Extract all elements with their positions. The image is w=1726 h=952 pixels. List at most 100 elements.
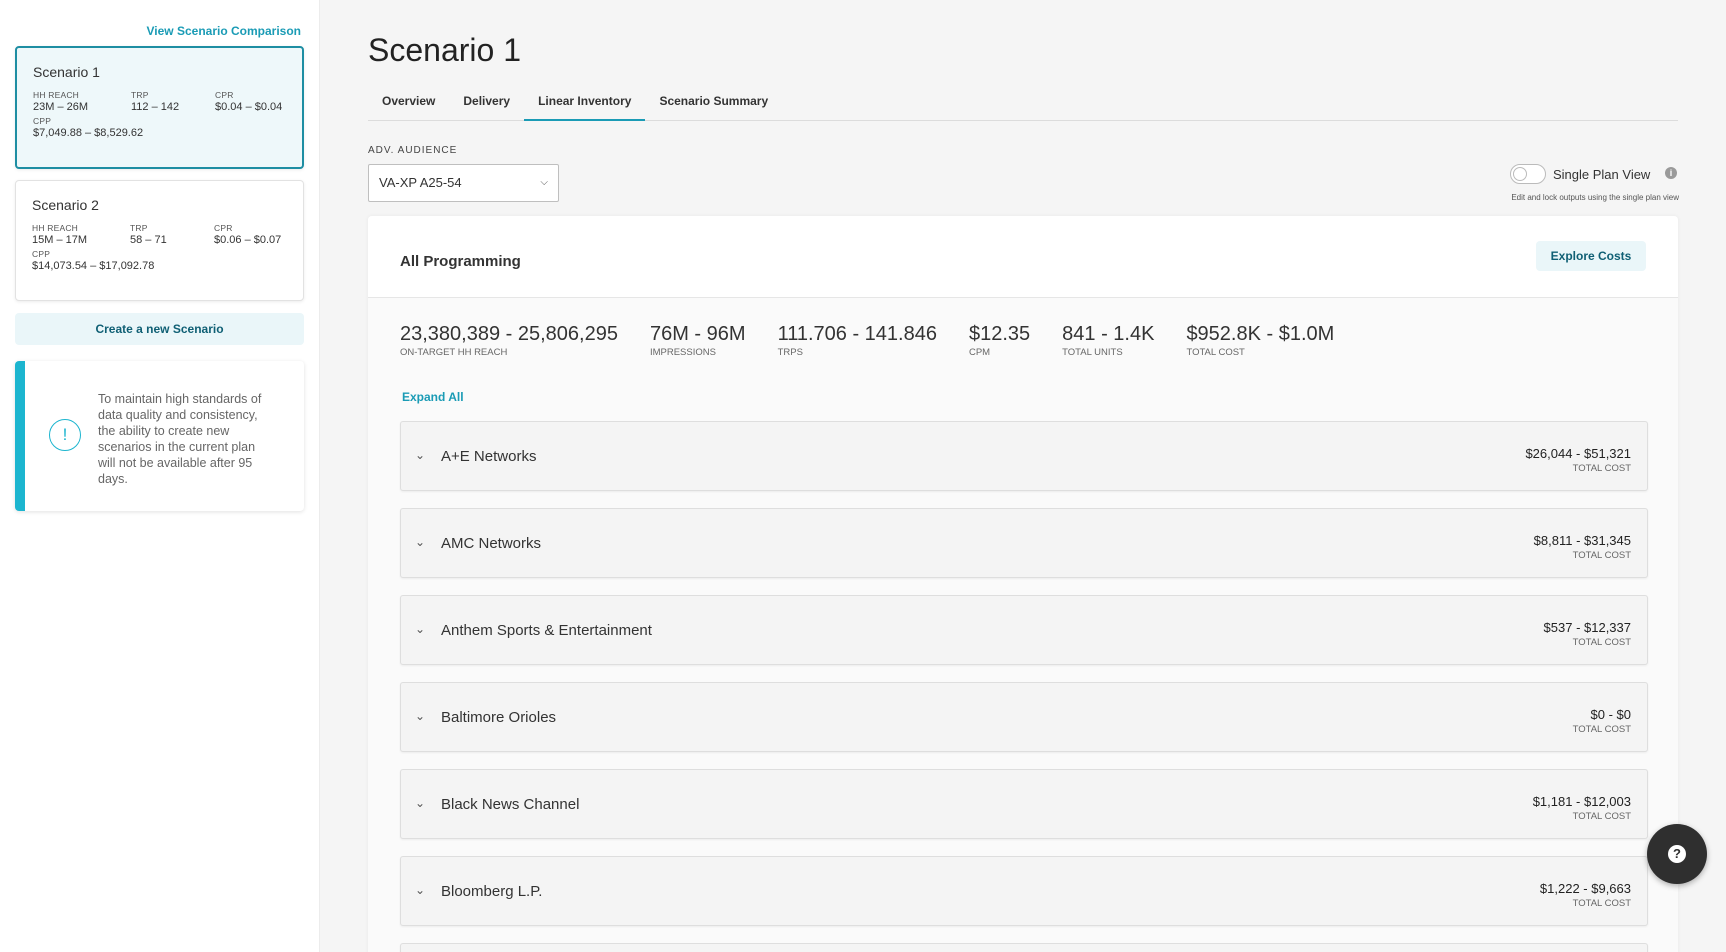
programming-panel: All Programming Explore Costs 23,380,389… — [368, 216, 1678, 952]
trp-value: 58 – 71 — [130, 234, 167, 246]
network-cost-label: TOTAL COST — [1572, 811, 1631, 822]
chevron-down-icon: ⌄ — [415, 796, 426, 810]
network-cost: $8,811 - $31,345 — [1533, 533, 1631, 548]
stat-cpm: $12.35 CPM — [969, 323, 1030, 358]
network-name: Black News Channel — [441, 796, 580, 813]
hh-reach-value: 23M – 26M — [33, 101, 89, 113]
network-cost: $26,044 - $51,321 — [1525, 446, 1631, 461]
network-name: Bloomberg L.P. — [441, 883, 543, 900]
network-name: Baltimore Orioles — [441, 709, 557, 726]
tab-delivery[interactable]: Delivery — [449, 88, 524, 121]
stat-label: TOTAL UNITS — [1062, 347, 1123, 358]
network-cost-label: TOTAL COST — [1572, 550, 1631, 561]
network-name: AMC Networks — [441, 535, 542, 552]
trp-value: 112 – 142 — [131, 101, 180, 113]
network-row[interactable] — [400, 943, 1648, 952]
explore-costs-button[interactable]: Explore Costs — [1536, 241, 1646, 271]
stat-label: IMPRESSIONS — [649, 347, 716, 358]
chevron-down-icon: ⌄ — [415, 535, 426, 549]
cpp-label: CPP — [33, 116, 52, 126]
panel-header: All Programming Explore Costs — [368, 216, 1678, 298]
chevron-down-icon: ⌄ — [415, 448, 426, 462]
network-cost: $1,222 - $9,663 — [1539, 881, 1631, 896]
audience-label: ADV. AUDIENCE — [368, 145, 458, 156]
stat-impressions: 76M - 96M IMPRESSIONS — [650, 323, 746, 358]
network-cost: $0 - $0 — [1590, 707, 1631, 722]
toggle-knob — [1513, 167, 1527, 181]
single-plan-view-toggle[interactable] — [1510, 164, 1546, 184]
stat-value: 23,380,389 - 25,806,295 — [400, 323, 618, 345]
single-plan-view-label: Single Plan View — [1553, 167, 1651, 182]
scenario-card-1[interactable]: Scenario 1 HH REACH 23M – 26M TRP 112 – … — [15, 46, 304, 169]
view-scenario-comparison-link[interactable]: View Scenario Comparison — [147, 24, 302, 38]
scenario-card-2[interactable]: Scenario 2 HH REACH 15M – 17M TRP 58 – 7… — [15, 180, 304, 301]
stat-value: $952.8K - $1.0M — [1186, 323, 1335, 345]
scenario-sidebar: View Scenario Comparison Scenario 1 HH R… — [0, 0, 320, 952]
cpp-label: CPP — [32, 249, 51, 259]
hh-reach-label: HH REACH — [32, 223, 78, 233]
stat-trps: 111.706 - 141.846 TRPS — [778, 323, 937, 358]
network-row[interactable]: ⌄ Black News Channel $1,181 - $12,003 TO… — [400, 769, 1648, 839]
tab-bar: Overview Delivery Linear Inventory Scena… — [368, 88, 1678, 121]
network-row[interactable]: ⌄ Bloomberg L.P. $1,222 - $9,663 TOTAL C… — [400, 856, 1648, 926]
network-row[interactable]: ⌄ AMC Networks $8,811 - $31,345 TOTAL CO… — [400, 508, 1648, 578]
network-row[interactable]: ⌄ Anthem Sports & Entertainment $537 - $… — [400, 595, 1648, 665]
network-name: Anthem Sports & Entertainment — [441, 622, 652, 639]
network-name: A+E Networks — [441, 448, 537, 465]
question-mark-icon: ? — [1668, 845, 1686, 863]
stat-value: 841 - 1.4K — [1062, 323, 1155, 345]
scenario-title: Scenario 1 — [33, 64, 100, 80]
network-cost-label: TOTAL COST — [1572, 724, 1631, 735]
network-row[interactable]: ⌄ Baltimore Orioles $0 - $0 TOTAL COST — [400, 682, 1648, 752]
cpr-value: $0.06 – $0.07 — [214, 234, 282, 246]
audience-value: VA-XP A25-54 — [379, 175, 462, 190]
stat-total-cost: $952.8K - $1.0M TOTAL COST — [1186, 323, 1334, 358]
single-plan-view-subtext: Edit and lock outputs using the single p… — [1511, 193, 1679, 202]
audience-select[interactable]: VA-XP A25-54 ⌵ — [368, 164, 559, 202]
network-cost-label: TOTAL COST — [1572, 898, 1631, 909]
scenario-title: Scenario 2 — [32, 197, 99, 213]
hh-reach-label: HH REACH — [33, 90, 79, 100]
panel-title: All Programming — [400, 253, 521, 270]
info-icon[interactable]: i — [1665, 167, 1677, 179]
expand-all-link[interactable]: Expand All — [402, 390, 464, 404]
scenario-metrics: HH REACH 15M – 17M TRP 58 – 71 CPR $0.06… — [32, 223, 287, 246]
cpr-label: CPR — [214, 223, 233, 233]
stat-label: TRPS — [777, 347, 803, 358]
chevron-down-icon: ⌄ — [415, 709, 426, 723]
chevron-down-icon: ⌄ — [415, 622, 426, 636]
chevron-down-icon: ⌄ — [415, 883, 426, 897]
network-row[interactable]: ⌄ A+E Networks $26,044 - $51,321 TOTAL C… — [400, 421, 1648, 491]
stat-value: 76M - 96M — [649, 323, 746, 345]
exclamation-icon: ! — [49, 419, 81, 451]
stat-label: CPM — [968, 347, 991, 358]
network-cost-label: TOTAL COST — [1572, 637, 1631, 648]
stat-value: 111.706 - 141.846 — [777, 323, 937, 345]
cpp-value: $7,049.88 – $8,529.62 — [33, 127, 144, 139]
scenario-metrics: HH REACH 23M – 26M TRP 112 – 142 CPR $0.… — [33, 90, 286, 113]
chevron-down-icon: ⌵ — [540, 177, 548, 188]
network-cost-label: TOTAL COST — [1572, 463, 1631, 474]
main-content: Scenario 1 Overview Delivery Linear Inve… — [320, 0, 1726, 952]
stat-label: ON-TARGET HH REACH — [400, 347, 508, 358]
tab-linear-inventory[interactable]: Linear Inventory — [524, 88, 646, 121]
help-button[interactable]: ? — [1647, 824, 1707, 884]
page-title: Scenario 1 — [368, 32, 521, 68]
stat-hh-reach: 23,380,389 - 25,806,295 ON-TARGET HH REA… — [400, 323, 618, 358]
stat-label: TOTAL COST — [1186, 347, 1245, 358]
trp-label: TRP — [131, 90, 149, 100]
cpr-label: CPR — [215, 90, 234, 100]
trp-label: TRP — [130, 223, 148, 233]
cpp-value: $14,073.54 – $17,092.78 — [32, 260, 155, 272]
tab-scenario-summary[interactable]: Scenario Summary — [645, 88, 782, 121]
stat-total-units: 841 - 1.4K TOTAL UNITS — [1062, 323, 1154, 358]
cpr-value: $0.04 – $0.04 — [215, 101, 283, 113]
hh-reach-value: 15M – 17M — [32, 234, 88, 246]
notice-accent-bar — [15, 361, 25, 511]
tab-overview[interactable]: Overview — [368, 88, 449, 121]
network-cost: $1,181 - $12,003 — [1532, 794, 1631, 809]
summary-stats: 23,380,389 - 25,806,295 ON-TARGET HH REA… — [400, 323, 1366, 358]
create-scenario-button[interactable]: Create a new Scenario — [15, 313, 304, 345]
network-cost: $537 - $12,337 — [1543, 620, 1631, 635]
notice-text: To maintain high standards of data quali… — [98, 392, 262, 486]
